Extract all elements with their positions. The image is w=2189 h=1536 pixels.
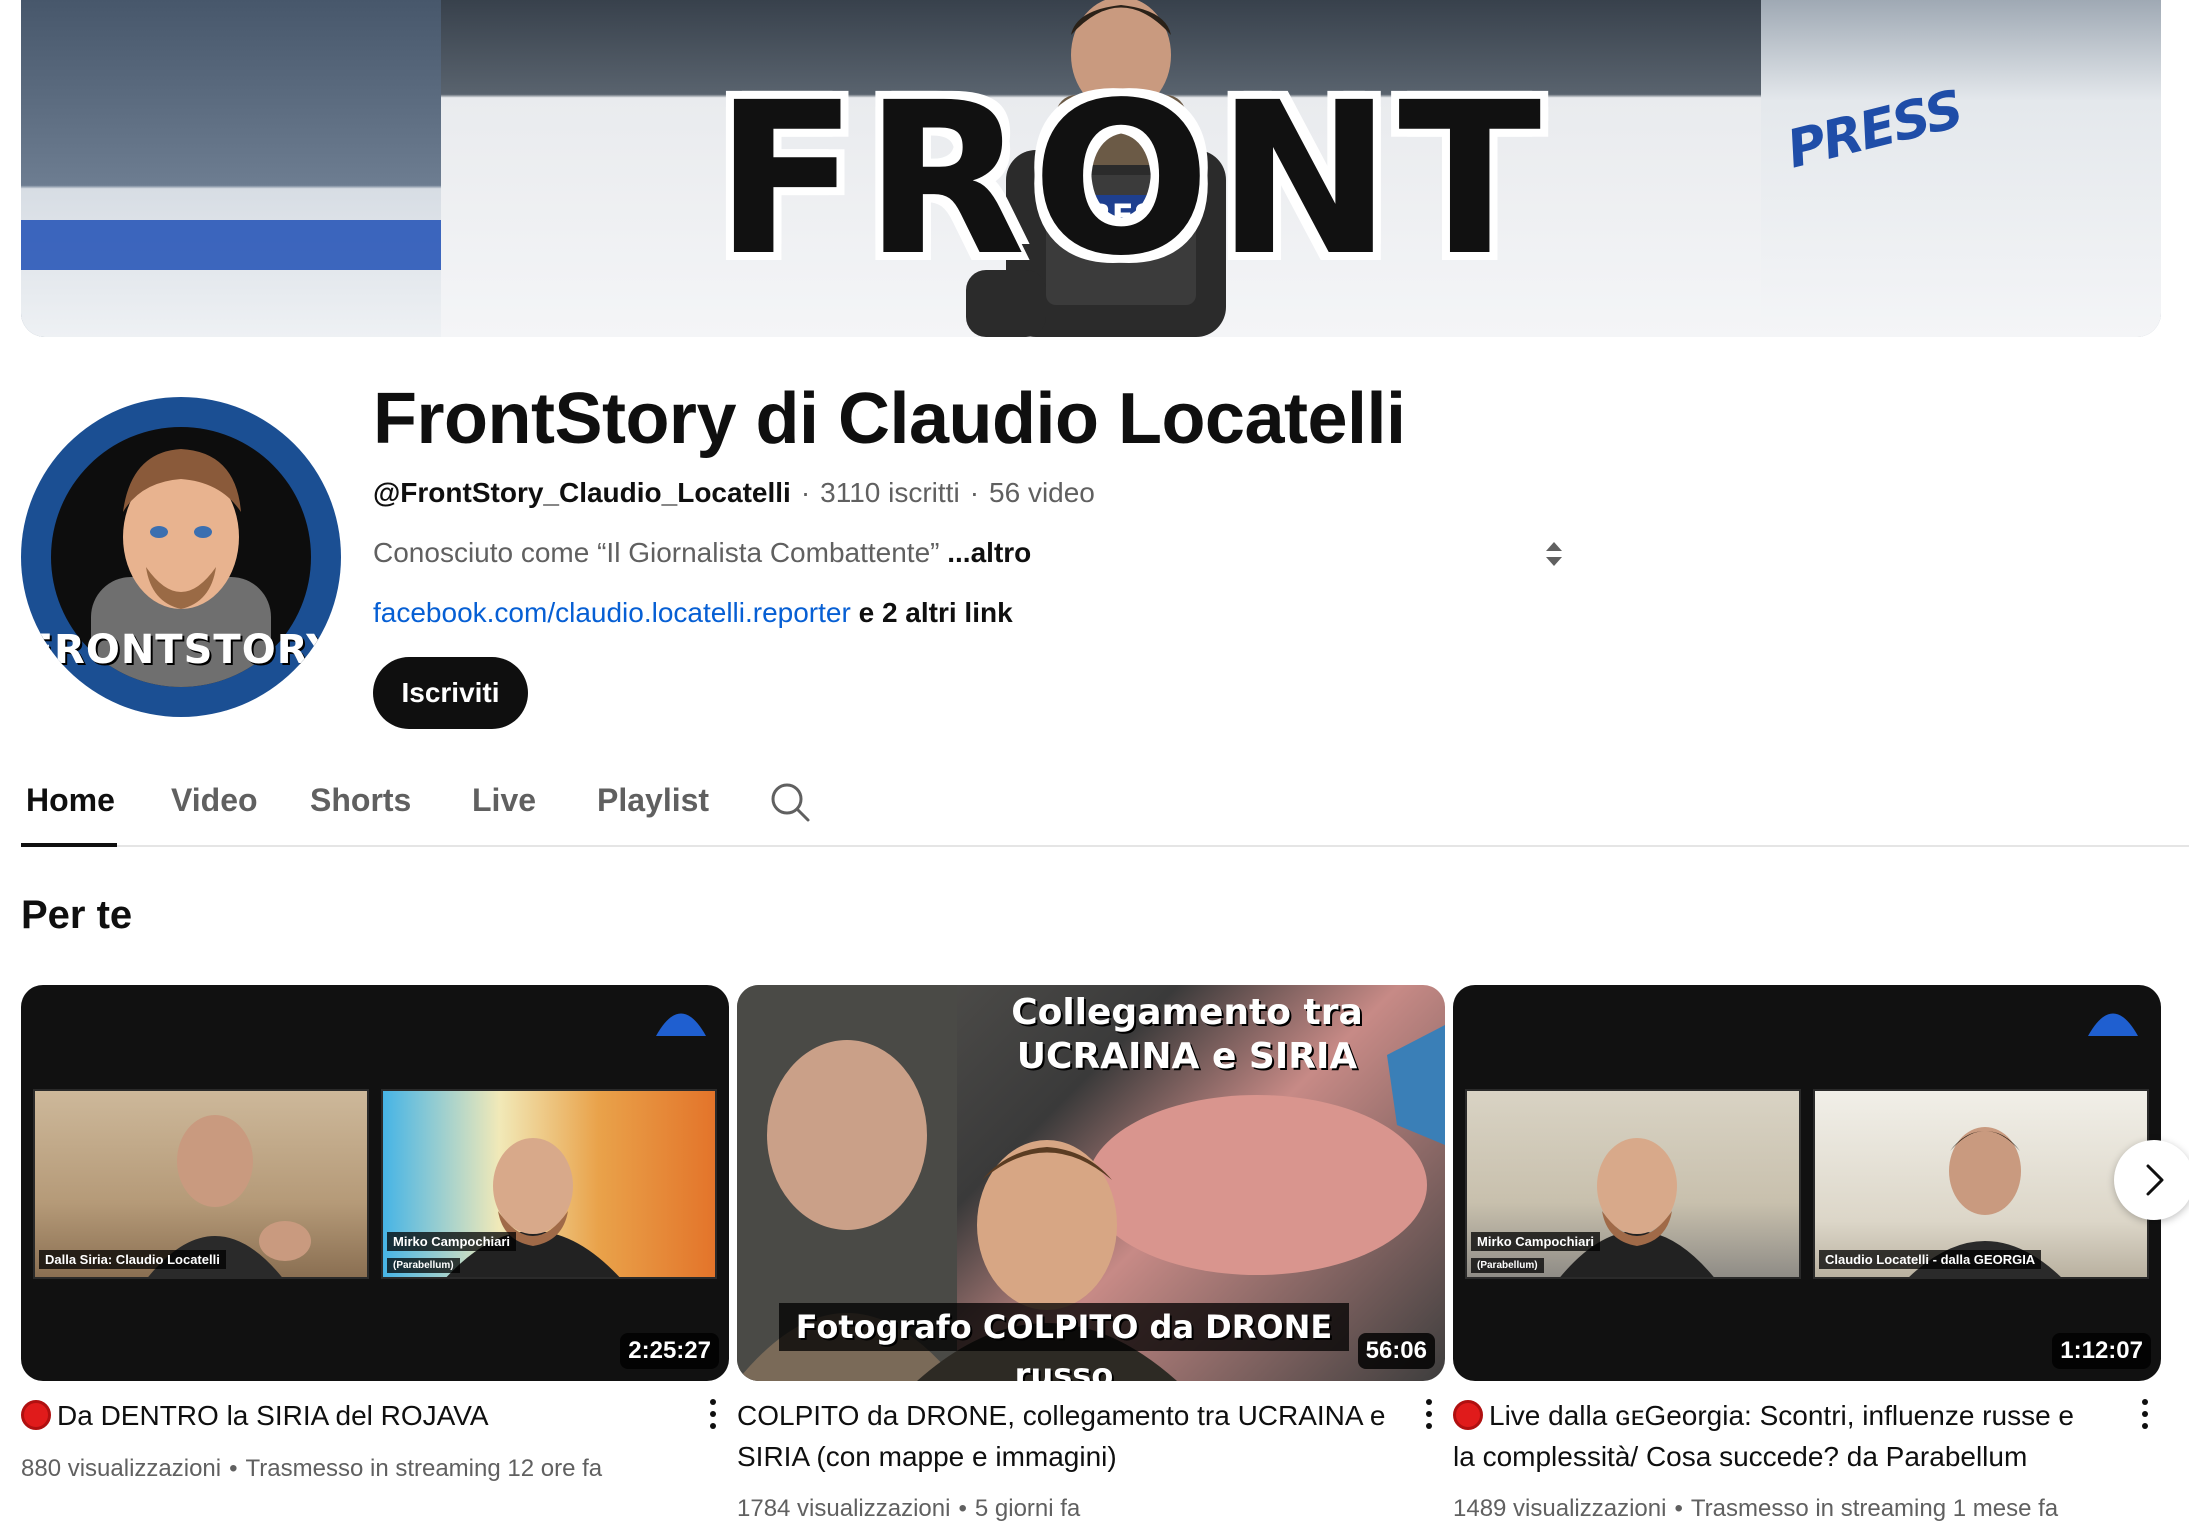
channel-handle: @FrontStory_Claudio_Locatelli <box>373 477 791 508</box>
left-video-frame: Mirko Campochiari (Parabellum) <box>1465 1089 1801 1279</box>
banner-logo-text: FRONT STORY <box>714 57 1548 337</box>
live-icon <box>1453 1400 1483 1430</box>
tab-playlist[interactable]: Playlist <box>597 782 709 819</box>
video-card[interactable]: Dalla Siria: Claudio Locatelli Mirko Cam… <box>21 985 729 1482</box>
video-title-text[interactable]: COLPITO da DRONE, collegamento tra UCRAI… <box>737 1400 1385 1472</box>
more-links-button[interactable]: e 2 altri link <box>859 597 1013 628</box>
video-duration: 1:12:07 <box>2052 1333 2151 1369</box>
view-count: 1784 visualizzazioni <box>737 1495 951 1522</box>
more-vert-icon[interactable] <box>2133 1395 2157 1435</box>
tab-video[interactable]: Video <box>171 782 258 819</box>
channel-banner: PRESS PRESS FRONT STORY <box>21 0 2161 337</box>
frame-caption: Mirko Campochiari <box>1471 1232 1601 1251</box>
right-video-frame: Mirko Campochiari (Parabellum) <box>381 1089 717 1279</box>
view-count: 1489 visualizzazioni <box>1453 1495 1667 1522</box>
channel-avatar[interactable]: FRONTSTORY <box>21 397 341 717</box>
video-card[interactable]: Mirko Campochiari (Parabellum) Claudio L… <box>1453 985 2161 1522</box>
carousel-next-button[interactable] <box>2114 1140 2189 1220</box>
channel-title: FrontStory di Claudio Locatelli <box>373 379 1406 459</box>
section-title: Per te <box>21 893 133 937</box>
channel-meta: @FrontStory_Claudio_Locatelli · 3110 iscri… <box>373 477 1095 509</box>
active-tab-indicator <box>21 843 117 847</box>
subscribe-button[interactable]: Iscriviti <box>373 657 528 729</box>
subscriber-count: 3110 iscritti <box>820 477 960 508</box>
more-vert-icon[interactable] <box>701 1395 725 1435</box>
chevron-right-icon <box>2146 1164 2164 1196</box>
video-title[interactable]: Live dalla ɢᴇGeorgia: Scontri, influenze… <box>1453 1395 2103 1477</box>
frame-caption: Dalla Siria: Claudio Locatelli <box>39 1250 226 1269</box>
video-meta: 1784 visualizzazioni • 5 giorni fa <box>737 1495 1080 1523</box>
video-date: 5 giorni fa <box>974 1495 1081 1522</box>
video-date: Trasmesso in streaming 1 mese fa <box>1690 1495 2059 1522</box>
video-duration: 2:25:27 <box>620 1333 719 1369</box>
meta-separator: · <box>969 477 980 508</box>
channel-links: facebook.com/claudio.locatelli.reporter … <box>373 597 1013 629</box>
right-video-frame: Claudio Locatelli - dalla GEORGIA <box>1813 1089 2149 1279</box>
frame-caption-sub: (Parabellum) <box>387 1258 460 1273</box>
video-meta: 880 visualizzazioni • Trasmesso in streami… <box>21 1455 602 1483</box>
more-vert-icon[interactable] <box>1417 1395 1441 1435</box>
tab-shorts[interactable]: Shorts <box>310 782 411 819</box>
avatar-logo-text: FRONTSTORY <box>25 627 337 673</box>
search-icon[interactable] <box>768 780 812 824</box>
video-count: 56 video <box>989 477 1095 508</box>
video-thumbnail[interactable]: Mirko Campochiari (Parabellum) Claudio L… <box>1453 985 2161 1381</box>
banner-car-stripe <box>21 220 441 270</box>
video-duration: 56:06 <box>1357 1333 1435 1369</box>
video-title-text[interactable]: Da DENTRO la SIRIA del ROJAVA <box>57 1400 489 1431</box>
meta-separator: • <box>1674 1495 1683 1522</box>
video-meta: 1489 visualizzazioni • Trasmesso in stream… <box>1453 1495 2058 1523</box>
channel-watermark-icon <box>656 1013 706 1036</box>
channel-watermark-icon <box>2088 1013 2138 1036</box>
meta-separator: • <box>229 1455 238 1482</box>
video-date: Trasmesso in streaming 12 ore fa <box>245 1455 603 1482</box>
video-title[interactable]: Da DENTRO la SIRIA del ROJAVA <box>21 1395 671 1436</box>
thumbnail-top-caption: Collegamento tra UCRAINA e SIRIA <box>1011 992 1363 1077</box>
thumbnail-bottom-caption: Fotografo COLPITO da DRONE russo <box>795 1308 1333 1381</box>
description-text: Conosciuto come “Il Giornalista Combatte… <box>373 537 940 568</box>
live-icon <box>21 1400 51 1430</box>
tab-home[interactable]: Home <box>26 782 115 819</box>
view-count: 880 visualizzazioni <box>21 1455 222 1482</box>
frame-caption-sub: (Parabellum) <box>1471 1258 1544 1273</box>
facebook-link[interactable]: facebook.com/claudio.locatelli.reporter <box>373 597 851 628</box>
meta-separator: • <box>958 1495 967 1522</box>
tab-live[interactable]: Live <box>472 782 536 819</box>
video-title[interactable]: COLPITO da DRONE, collegamento tra UCRAI… <box>737 1395 1387 1477</box>
left-video-frame: Dalla Siria: Claudio Locatelli <box>33 1089 369 1279</box>
channel-tabs: Home Video Shorts Live Playlist <box>21 770 2189 847</box>
frame-caption: Claudio Locatelli - dalla GEORGIA <box>1819 1250 2042 1269</box>
video-card[interactable]: Collegamento tra UCRAINA e SIRIA Fotogra… <box>737 985 1445 1522</box>
video-thumbnail[interactable]: Collegamento tra UCRAINA e SIRIA Fotogra… <box>737 985 1445 1381</box>
sort-icon[interactable] <box>1542 538 1566 570</box>
video-thumbnail[interactable]: Dalla Siria: Claudio Locatelli Mirko Cam… <box>21 985 729 1381</box>
channel-description[interactable]: Conosciuto come “Il Giornalista Combatte… <box>373 537 1031 569</box>
video-title-text[interactable]: Live dalla ɢᴇGeorgia: Scontri, influenze… <box>1453 1400 2074 1472</box>
description-more-link[interactable]: ...altro <box>947 537 1031 568</box>
meta-separator: · <box>800 477 811 508</box>
banner-car-left <box>21 0 441 337</box>
frame-caption: Mirko Campochiari <box>387 1232 517 1251</box>
